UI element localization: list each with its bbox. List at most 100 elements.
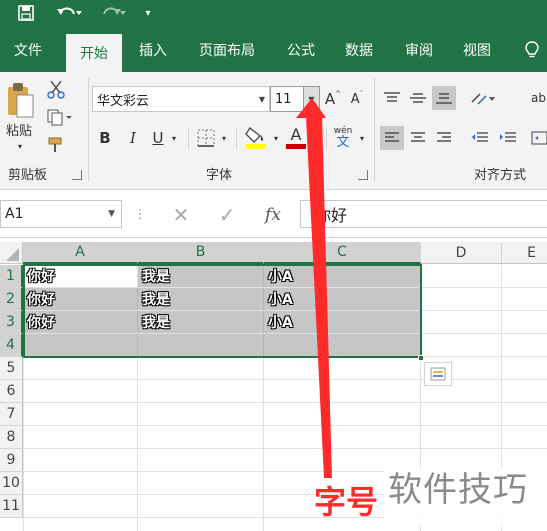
column-header-b[interactable]: B [138, 242, 264, 264]
tab-formulas[interactable]: 公式 [276, 28, 326, 72]
row-header-2[interactable]: 2 [0, 288, 23, 311]
row-header-6[interactable]: 6 [0, 380, 23, 403]
phonetic-guide-icon[interactable]: wén 文 [330, 124, 356, 152]
annotation-label: 字号 [314, 483, 379, 521]
cell-b2[interactable]: 我是 [138, 288, 264, 311]
tab-review[interactable]: 审阅 [394, 28, 444, 72]
row-header-9[interactable]: 9 [0, 449, 23, 472]
tab-insert[interactable]: 插入 [128, 28, 178, 72]
wrap-text-icon[interactable]: ab [530, 86, 547, 110]
cell-c3[interactable]: 小A [264, 311, 421, 334]
increase-font-size-icon[interactable]: A ^ [322, 88, 344, 110]
column-header-a[interactable]: A [23, 242, 138, 264]
italic-button[interactable]: I [122, 126, 144, 150]
cell-a3[interactable]: 你好 [23, 311, 138, 334]
formula-bar-handle-icon[interactable]: ⋮ [134, 204, 147, 224]
cell-a4[interactable] [23, 334, 138, 357]
merge-center-icon[interactable] [530, 126, 547, 150]
paste-dropdown-icon[interactable]: ▾ [10, 140, 30, 152]
font-size-value: 11 [275, 91, 292, 107]
font-color-icon[interactable]: A [284, 122, 308, 152]
cell-b3[interactable]: 我是 [138, 311, 264, 334]
redo-icon[interactable] [96, 2, 130, 24]
name-box-dropdown-icon[interactable]: ▼ [108, 209, 115, 219]
underline-button[interactable]: U [148, 126, 168, 150]
font-name-dropdown-icon[interactable]: ▼ [255, 87, 269, 111]
copy-icon[interactable] [44, 106, 74, 128]
tab-view[interactable]: 视图 [452, 28, 502, 72]
align-center-icon[interactable] [406, 126, 430, 150]
alignment-group-label: 对齐方式 [474, 168, 527, 183]
borders-icon[interactable] [194, 126, 218, 150]
paste-button[interactable]: 粘贴 [2, 120, 36, 139]
column-header-c[interactable]: C [264, 242, 421, 264]
clipboard-launcher-icon[interactable] [72, 170, 82, 180]
font-size-combo[interactable]: 11 ▼ [270, 86, 320, 112]
cell-c4[interactable] [264, 334, 421, 357]
cut-icon[interactable] [44, 78, 68, 100]
row-header-4[interactable]: 4 [0, 334, 23, 357]
separator [326, 128, 327, 150]
align-bottom-icon[interactable] [432, 86, 456, 110]
borders-dropdown-icon[interactable]: ▾ [218, 126, 230, 150]
quick-access-toolbar: ▾ [0, 0, 547, 28]
font-color-swatch [286, 143, 306, 149]
align-left-icon[interactable] [380, 126, 404, 150]
row-header-3[interactable]: 3 [0, 311, 23, 334]
tab-file[interactable]: 文件 [0, 28, 56, 72]
col-line-b [137, 357, 138, 531]
column-header-d[interactable]: D [421, 242, 502, 264]
cell-c2[interactable]: 小A [264, 288, 421, 311]
tab-data[interactable]: 数据 [334, 28, 384, 72]
cell-a2[interactable]: 你好 [23, 288, 138, 311]
insert-function-icon[interactable]: fx [258, 202, 288, 228]
cell-b1[interactable]: 我是 [138, 265, 264, 288]
cancel-entry-icon[interactable]: ✕ [168, 202, 194, 228]
tell-me-icon[interactable] [516, 28, 547, 72]
paste-icon[interactable] [4, 80, 36, 120]
clipboard-group-label: 剪贴板 [8, 168, 48, 183]
fill-color-icon[interactable] [242, 122, 270, 152]
phonetic-dropdown-icon[interactable]: ▾ [356, 126, 368, 150]
font-launcher-icon[interactable] [358, 170, 368, 180]
column-header-e[interactable]: E [502, 242, 547, 264]
select-all-corner[interactable] [0, 242, 23, 264]
tab-page-layout[interactable]: 页面布局 [188, 28, 266, 72]
row-header-7[interactable]: 7 [0, 403, 23, 426]
align-top-icon[interactable] [380, 86, 404, 110]
row-header-11[interactable]: 11 [0, 495, 23, 518]
align-right-icon[interactable] [432, 126, 456, 150]
row-header-5[interactable]: 5 [0, 357, 23, 380]
save-icon[interactable] [14, 2, 38, 24]
undo-icon[interactable] [52, 2, 86, 24]
increase-indent-icon[interactable] [496, 126, 520, 150]
align-middle-icon[interactable] [406, 86, 430, 110]
row-header-1[interactable]: 1 [0, 265, 23, 288]
name-box[interactable]: A1 ▼ [0, 200, 122, 228]
confirm-entry-icon[interactable]: ✓ [214, 202, 240, 228]
cell-b4[interactable] [138, 334, 264, 357]
font-size-dropdown-icon[interactable]: ▼ [303, 87, 319, 111]
separator [374, 78, 375, 182]
customize-icon[interactable]: ▾ [140, 2, 156, 24]
watermark-text: 软件技巧 [384, 468, 547, 526]
fill-color-dropdown-icon[interactable]: ▾ [270, 126, 282, 150]
font-name-combo[interactable]: 华文彩云 ▼ [92, 86, 270, 112]
row-header-10[interactable]: 10 [0, 472, 23, 495]
format-painter-icon[interactable] [44, 134, 70, 156]
fill-handle[interactable] [418, 355, 424, 361]
cell-c1[interactable]: 小A [264, 265, 421, 288]
cell-a1[interactable]: 你好 [23, 265, 138, 288]
font-name-value: 华文彩云 [97, 93, 150, 109]
name-box-value: A1 [5, 206, 24, 222]
bold-button[interactable]: B [94, 126, 116, 150]
quick-analysis-icon[interactable] [424, 362, 452, 386]
decrease-font-size-icon[interactable]: Aˇ [346, 88, 368, 110]
formula-input[interactable]: 你好 [300, 200, 547, 228]
decrease-indent-icon[interactable] [468, 126, 492, 150]
font-color-dropdown-icon[interactable]: ▾ [308, 126, 320, 150]
tab-home[interactable]: 开始 [66, 34, 122, 72]
row-header-8[interactable]: 8 [0, 426, 23, 449]
underline-dropdown-icon[interactable]: ▾ [168, 126, 180, 150]
orientation-icon[interactable] [468, 86, 498, 110]
